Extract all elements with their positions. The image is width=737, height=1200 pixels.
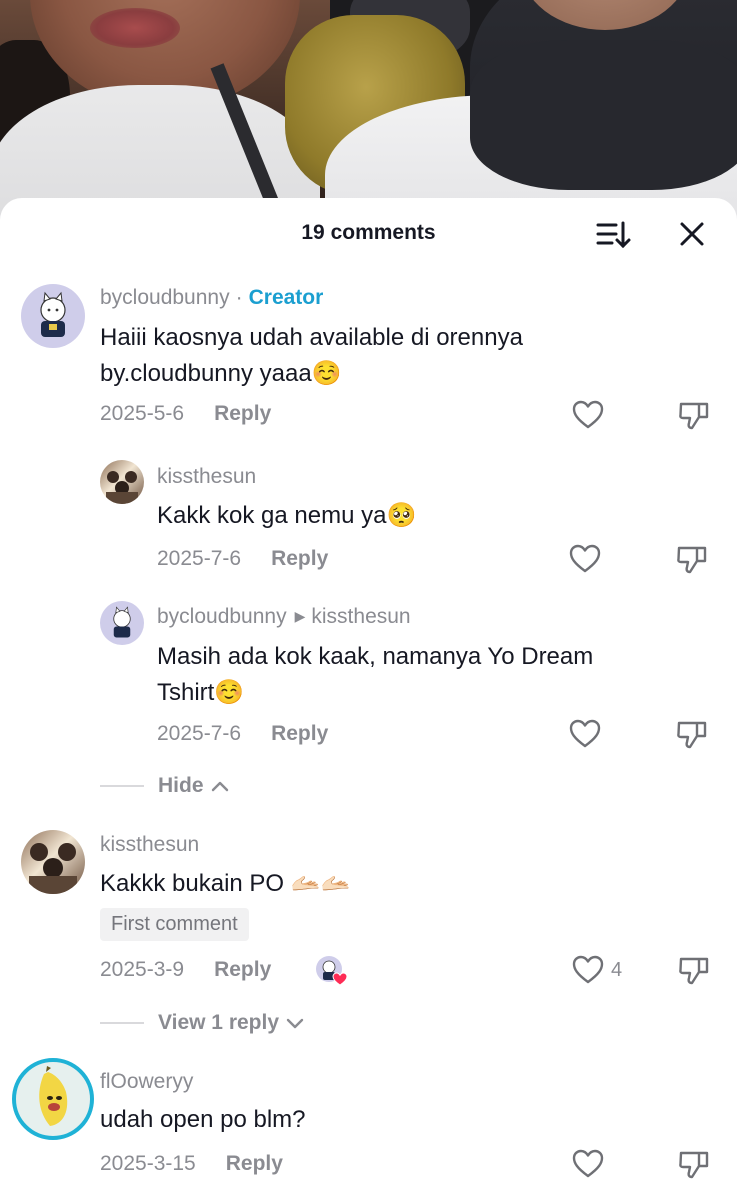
comment-text-line: by.cloudbunny yaaa☺️ [100,360,342,387]
comment-date: 2025-5-6 [100,402,185,425]
sort-icon[interactable] [594,218,632,252]
comment-meta: 2025-7-6 Reply [157,547,328,571]
comment-text: Masih ada kok kaak, namanya Yo Dream Tsh… [157,639,593,711]
view-replies-button[interactable]: View 1 reply [100,1011,305,1035]
reply-arrow-icon: ▶ [294,608,306,624]
reply-button[interactable]: Reply [271,547,328,570]
comment-meta: 2025-5-6 Reply [100,402,271,426]
reply-button[interactable]: Reply [226,1152,283,1175]
avatar[interactable] [12,1058,94,1140]
divider-line [100,1022,144,1024]
first-comment-badge: First comment [100,908,249,941]
view-replies-label: View 1 reply [158,1011,280,1034]
comment-text-line: Haiii kaosnya udah available di orennya [100,324,523,351]
close-icon[interactable] [674,216,710,252]
chevron-down-icon [286,1018,304,1029]
creator-liked-indicator [316,956,348,986]
comment-text: Kakkk bukain PO 🫴🏻🫴🏻 [100,870,351,897]
thumbs-down-icon[interactable] [677,1147,711,1181]
separator-dot: · [235,286,243,309]
comment-item: bycloudbunny · Creator Haiii kaosnya udah … [0,282,737,442]
thumbs-down-icon[interactable] [675,717,709,751]
comment-date: 2025-7-6 [157,547,242,570]
creator-badge: Creator [248,286,324,309]
hide-replies-button[interactable]: Hide [100,774,230,798]
comment-date: 2025-7-6 [157,722,242,745]
username-text[interactable]: bycloudbunny [100,286,230,309]
comment-meta: 2025-3-15 Reply [100,1152,283,1176]
video-hijab-drape [470,40,737,190]
reply-item: kissthesun Kakk kok ga nemu ya🥺 2025-7-6… [0,458,737,578]
comments-header: 19 comments [0,198,737,272]
comment-text-line: Masih ada kok kaak, namanya Yo Dream [157,643,594,670]
thumbs-down-icon[interactable] [675,542,709,576]
comment-item: flOoweryy udah open po blm? 2025-3-15 Rep… [0,1058,737,1200]
comment-text: udah open po blm? [100,1106,306,1133]
heart-outline-icon[interactable] [571,398,605,432]
thumbs-down-icon[interactable] [677,953,711,987]
heart-outline-icon[interactable] [568,542,602,576]
like-count: 4 [611,959,623,981]
reply-button[interactable]: Reply [214,958,271,981]
reply-button[interactable]: Reply [271,722,328,745]
heart-outline-icon[interactable] [568,717,602,751]
chevron-up-icon [211,781,228,792]
comment-date: 2025-3-9 [100,958,185,981]
avatar[interactable] [21,284,85,348]
comment-username[interactable]: kissthesun [157,465,256,489]
username-text[interactable]: bycloudbunny [157,605,287,628]
heart-outline-icon[interactable] [571,1147,605,1181]
video-lips [90,8,180,48]
comment-item: kissthesun Kakkk bukain PO 🫴🏻🫴🏻 First co… [0,828,737,1028]
comment-username[interactable]: flOoweryy [100,1070,193,1094]
comment-username: bycloudbunny ▶ kissthesun [157,605,411,629]
comment-text: Kakk kok ga nemu ya🥺 [157,502,417,529]
comment-text: Haiii kaosnya udah available di orennya … [100,320,523,392]
comment-date: 2025-3-15 [100,1152,196,1175]
comment-username[interactable]: bycloudbunny · Creator [100,286,323,310]
red-heart-icon [332,972,348,986]
divider-line [100,785,144,787]
comments-sheet: 19 comments bycloudbunny · Creator Haiii… [0,198,737,1200]
comment-username[interactable]: kissthesun [100,833,199,857]
comment-meta: 2025-3-9 Reply [100,958,271,982]
hide-label: Hide [158,774,204,797]
thumbs-down-icon[interactable] [677,398,711,432]
reply-button[interactable]: Reply [214,402,271,425]
reply-to-username[interactable]: kissthesun [311,605,410,628]
reply-item: bycloudbunny ▶ kissthesun Masih ada kok ka… [0,599,737,759]
heart-outline-icon[interactable] [571,953,605,987]
comment-meta: 2025-7-6 Reply [157,722,328,746]
avatar[interactable] [21,830,85,894]
comment-text-line: Tshirt☺️ [157,679,245,706]
avatar[interactable] [100,460,144,504]
avatar[interactable] [100,601,144,645]
